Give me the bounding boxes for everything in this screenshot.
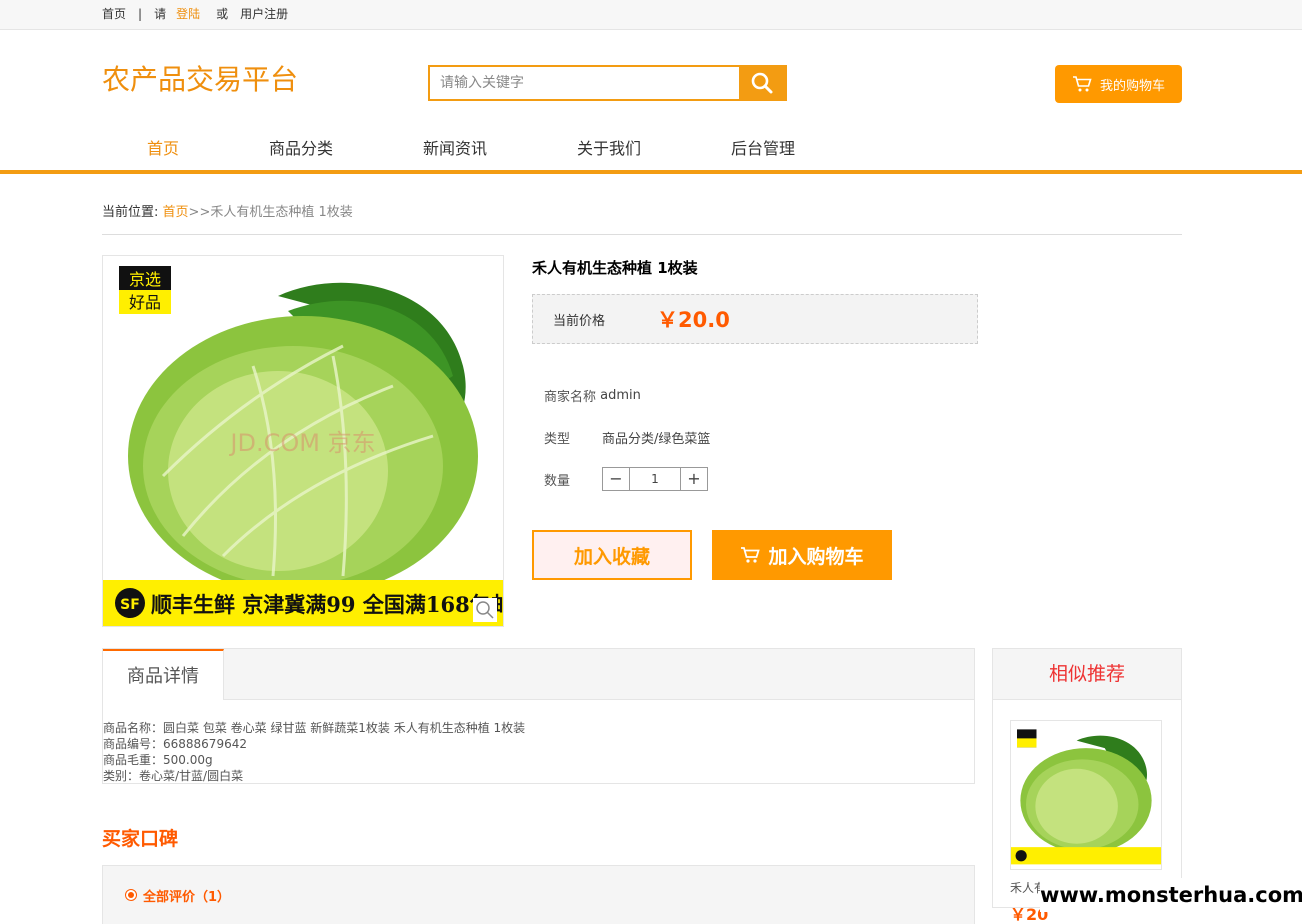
image-watermark: JD.COM 京东 [228,429,375,457]
seller-label: 商家名称 [544,389,597,405]
quantity-input[interactable]: 1 [629,468,681,490]
decrease-button[interactable]: − [603,468,629,490]
seller-value: admin [600,387,641,403]
all-reviews-option[interactable]: 全部评价（1） [143,886,230,905]
add-to-cart-label: 加入购物车 [768,545,864,568]
increase-button[interactable]: + [681,468,707,490]
cart-icon [741,547,761,563]
product-title: 禾人有机生态种植 1枚装 [532,259,698,277]
image-banner-text: 顺丰生鲜 京津冀满99 全国满168包邮 [151,592,503,617]
nav-item-admin[interactable]: 后台管理 [686,135,840,159]
quantity-row: 数量 − 1 + [544,458,978,500]
breadcrumb-current: 禾人有机生态种植 1枚装 [210,205,353,220]
quantity-label: 数量 [544,473,571,489]
cart-icon [1072,76,1092,92]
add-to-favorites-button[interactable]: 加入收藏 [532,530,692,580]
badge-text-1: 京选 [129,270,161,289]
type-value: 商品分类/绿色菜篮 [602,431,711,447]
review-filter-bar: 全部评价（1） [102,865,975,924]
tab-product-detail[interactable]: 商品详情 [103,649,224,700]
radio-icon[interactable] [125,889,137,901]
site-watermark: www.monsterhua.com [1040,878,1302,912]
similar-product-image[interactable] [1010,720,1162,870]
main-nav: 首页 商品分类 新闻资讯 关于我们 后台管理 [0,124,1302,174]
product-info: 禾人有机生态种植 1枚装 当前价格 ￥20.0 商家名称 admin 类型 商品… [532,255,978,580]
my-cart-button[interactable]: 我的购物车 [1055,65,1182,103]
search-input[interactable] [430,67,739,99]
header: 农产品交易平台 我的购物车 [102,30,1182,124]
top-or-text: 或 [216,7,229,21]
similar-title: 相似推荐 [993,649,1181,700]
search-box [428,65,787,101]
nav-item-home[interactable]: 首页 [102,135,224,159]
top-please-text: 请 [154,7,167,21]
reviews-title: 买家口碑 [102,828,179,850]
seller-row: 商家名称 admin [544,374,978,416]
register-link[interactable]: 用户注册 [240,0,288,28]
type-label: 类型 [544,431,571,447]
product-section: 京选 好品 JD.COM 京东 SF 顺丰生鲜 京津冀满99 全国满168包邮 … [102,255,1182,655]
detail-text: 商品名称：圆白菜 包菜 卷心菜 绿甘蓝 新鲜蔬菜1枚装 禾人有机生态种植 1枚装… [103,700,974,784]
search-button[interactable] [739,67,785,99]
detail-line: 类别：卷心菜/甘蓝/圆白菜 [103,769,244,783]
nav-item-categories[interactable]: 商品分类 [224,135,378,159]
detail-line: 商品毛重：500.00g [103,753,213,767]
detail-panel: 商品详情 商品名称：圆白菜 包菜 卷心菜 绿甘蓝 新鲜蔬菜1枚装 禾人有机生态种… [102,648,975,784]
search-icon [751,72,773,94]
nav-item-about[interactable]: 关于我们 [532,135,686,159]
site-logo[interactable]: 农产品交易平台 [102,58,298,98]
detail-line: 商品名称：圆白菜 包菜 卷心菜 绿甘蓝 新鲜蔬菜1枚装 禾人有机生态种植 1枚装 [103,721,526,735]
product-image: 京选 好品 JD.COM 京东 SF 顺丰生鲜 京津冀满99 全国满168包邮 [102,255,504,627]
breadcrumb-separator: >> [188,205,211,220]
quantity-stepper: − 1 + [602,467,708,491]
nav-item-news[interactable]: 新闻资讯 [378,135,532,159]
top-bar: 首页 | 请 登陆 或 用户注册 [0,0,1302,30]
breadcrumb-home-link[interactable]: 首页 [163,205,189,220]
type-row: 类型 商品分类/绿色菜篮 [544,416,978,458]
similar-panel: 相似推荐 禾人有 ￥20 [992,648,1182,924]
top-separator: | [138,7,143,21]
breadcrumb-label: 当前位置: [102,205,159,220]
svg-text:SF: SF [120,597,140,613]
cabbage-image: 京选 好品 JD.COM 京东 SF 顺丰生鲜 京津冀满99 全国满168包邮 [103,256,503,626]
price-box: 当前价格 ￥20.0 [532,294,978,344]
breadcrumb: 当前位置: 首页>>禾人有机生态种植 1枚装 [102,201,1182,235]
top-home-link[interactable]: 首页 [102,0,126,28]
add-to-cart-button[interactable]: 加入购物车 [712,530,892,580]
badge-text-2: 好品 [129,293,161,312]
my-cart-label: 我的购物车 [1099,78,1165,94]
price-value: ￥20.0 [657,308,730,332]
detail-line: 商品编号：66888679642 [103,737,247,751]
login-link[interactable]: 登陆 [176,0,200,28]
price-label: 当前价格 [553,313,606,329]
